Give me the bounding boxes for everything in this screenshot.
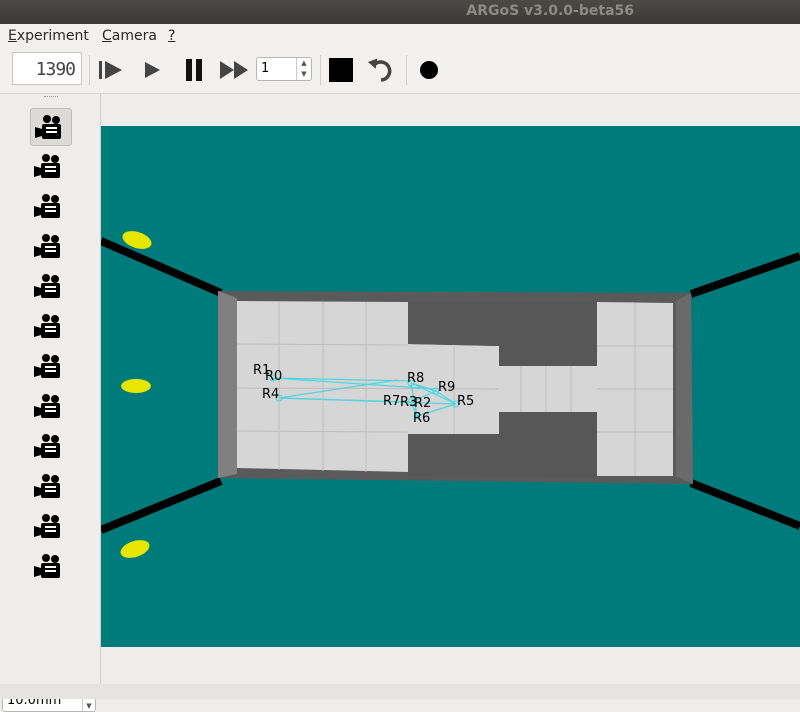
- 3d-viewport[interactable]: R1 R0 R4 R8 R9 R7 R3 R2 R5 R6: [99, 126, 800, 647]
- fast-forward-icon: [220, 61, 248, 79]
- pause-button[interactable]: [180, 55, 210, 85]
- speed-value: 1: [261, 61, 270, 76]
- stop-icon: [329, 58, 353, 82]
- robot-label[interactable]: R7: [383, 394, 400, 409]
- robot-label[interactable]: R6: [413, 411, 430, 426]
- camera-icon: [34, 394, 60, 418]
- camera-icon: [34, 354, 60, 378]
- camera-icon: [34, 154, 60, 178]
- record-button[interactable]: [414, 55, 444, 85]
- menu-experiment[interactable]: Experiment: [8, 28, 89, 44]
- robot-label[interactable]: R5: [457, 394, 474, 409]
- robot-label[interactable]: R9: [438, 380, 455, 395]
- play-button[interactable]: [138, 55, 168, 85]
- camera-button[interactable]: [30, 508, 70, 544]
- fast-forward-button[interactable]: [218, 55, 248, 85]
- play-icon: [145, 62, 160, 78]
- camera-button[interactable]: [30, 268, 70, 304]
- speed-spinbox[interactable]: 1 ▲ ▼: [256, 57, 312, 81]
- camera-button[interactable]: [30, 348, 70, 384]
- step-icon: [99, 61, 122, 79]
- camera-icon: [34, 474, 60, 498]
- camera-icon: [34, 234, 60, 258]
- light-middle: [121, 379, 151, 393]
- undo-icon: [367, 58, 392, 82]
- camera-icon: [34, 274, 60, 298]
- camera-icon: [34, 434, 60, 458]
- camera-button[interactable]: [30, 228, 70, 264]
- step-button[interactable]: [96, 55, 126, 85]
- camera-button[interactable]: [30, 428, 70, 464]
- menu-help[interactable]: ?: [168, 28, 175, 44]
- camera-icon: [34, 314, 60, 338]
- record-icon: [420, 61, 438, 79]
- camera-button[interactable]: [30, 188, 70, 224]
- camera-icon: [35, 115, 61, 139]
- camera-icon: [34, 554, 60, 578]
- menu-bar: Experiment Camera ?: [0, 24, 800, 47]
- robot-label[interactable]: R4: [262, 387, 279, 402]
- toolbar-separator: [320, 55, 321, 85]
- step-counter: 1390: [12, 52, 82, 85]
- camera-button[interactable]: [30, 468, 70, 504]
- camera-sidebar: 10.0mm ▲▼: [0, 94, 101, 712]
- pause-icon: [186, 59, 202, 81]
- stop-button[interactable]: [326, 55, 356, 85]
- camera-button[interactable]: [30, 388, 70, 424]
- dock-grip[interactable]: [44, 96, 58, 101]
- camera-button[interactable]: [30, 308, 70, 344]
- camera-icon: [34, 194, 60, 218]
- spin-arrows[interactable]: ▲▼: [296, 58, 311, 80]
- status-bar: [0, 684, 800, 699]
- camera-button[interactable]: [30, 108, 72, 146]
- robot-label[interactable]: R0: [265, 369, 282, 384]
- title-bar: ARGoS v3.0.0-beta56: [0, 0, 800, 24]
- window-title: ARGoS v3.0.0-beta56: [466, 3, 634, 19]
- camera-button[interactable]: [30, 148, 70, 184]
- reset-button[interactable]: [366, 55, 396, 85]
- toolbar: 1390 1 ▲ ▼: [0, 47, 800, 94]
- toolbar-separator: [89, 55, 90, 85]
- robot-label[interactable]: R2: [414, 396, 431, 411]
- camera-button[interactable]: [30, 548, 70, 584]
- toolbar-separator: [406, 55, 407, 85]
- camera-icon: [34, 514, 60, 538]
- menu-camera[interactable]: Camera: [102, 28, 157, 44]
- robot-label[interactable]: R8: [407, 371, 424, 386]
